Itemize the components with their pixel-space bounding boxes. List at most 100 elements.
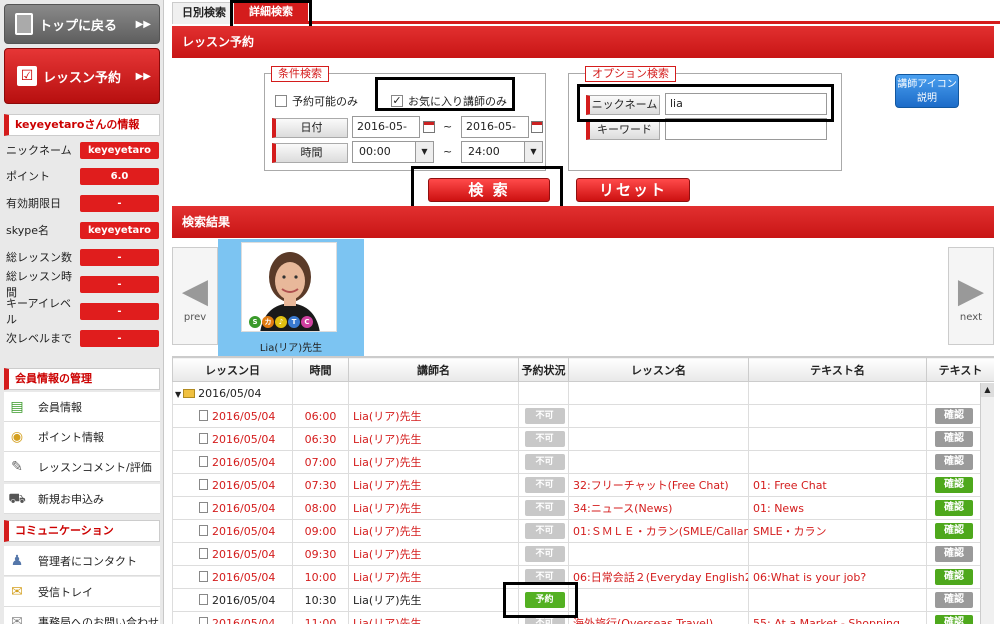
cell-text[interactable] [748, 542, 927, 566]
cell-lesson[interactable]: 海外旅行(Overseas Travel) [568, 611, 749, 624]
tab-daily-search[interactable]: 日別検索 [172, 2, 236, 24]
prev-teacher-button[interactable]: ◀ prev [172, 247, 218, 345]
teacher-icon-help-button[interactable]: 講師アイコン説明 [895, 74, 959, 108]
info-row-points: ポイント 6.0 [6, 166, 160, 186]
info-row-level: キーアイレベル - [6, 297, 160, 326]
cell-lesson[interactable] [568, 450, 749, 474]
col-header[interactable]: 予約状況 [518, 357, 569, 382]
col-header[interactable]: レッスン名 [568, 357, 749, 382]
confirm-button[interactable]: 確認 [935, 546, 973, 562]
nickname-input[interactable]: lia [665, 93, 827, 115]
cell-time: 09:30 [292, 542, 349, 566]
date-to-input[interactable]: 2016-05-12 [461, 116, 529, 153]
col-header[interactable]: テキスト名 [748, 357, 927, 382]
col-header[interactable]: 講師名 [348, 357, 519, 382]
cell-text[interactable]: 06:What is your job? [748, 565, 927, 589]
table-row: 2016/05/04 06:00 Lia(リア)先生 不可 確認 [172, 404, 994, 428]
scroll-up-icon[interactable]: ▲ [981, 383, 994, 397]
menu-new-application[interactable]: ⛟ 新規お申込み [4, 484, 160, 514]
search-tabs: 日別検索 詳細検索 [172, 0, 1000, 24]
confirm-button[interactable]: 確認 [935, 500, 973, 516]
confirm-button[interactable]: 確認 [935, 523, 973, 539]
menu-inbox[interactable]: ✉ 受信トレイ [4, 577, 160, 607]
col-header[interactable]: レッスン日 [172, 357, 293, 382]
reset-button[interactable]: リセット [576, 178, 690, 202]
teacher-card[interactable]: S カ ♪ T C Lia(リア)先生 [218, 239, 364, 356]
cell-time: 08:00 [292, 496, 349, 520]
info-value: - [80, 248, 159, 266]
cell-text[interactable] [748, 450, 927, 474]
document-icon [199, 593, 208, 605]
menu-office-inquiry[interactable]: ✉ 事務局へのお問い合わせ [4, 607, 160, 624]
confirm-button[interactable]: 確認 [935, 408, 973, 424]
cell-teacher: Lia(リア)先生 [348, 588, 519, 612]
vertical-scrollbar[interactable]: ▲ [980, 383, 994, 624]
menu-contact-admin[interactable]: ♟ 管理者にコンタクト [4, 546, 160, 576]
keyword-input[interactable] [665, 118, 827, 140]
badge-icon: カ [262, 316, 274, 328]
confirm-button[interactable]: 確認 [935, 569, 973, 585]
back-to-top-button[interactable]: トップに戻る ▶▶ [4, 4, 160, 44]
cell-date: 2016/05/04 [212, 455, 276, 469]
menu-lesson-comment[interactable]: ✎ レッスンコメント/評価 [4, 452, 160, 482]
date-from-input[interactable]: 2016-05-03 [352, 116, 420, 153]
table-row: 2016/05/04 07:00 Lia(リア)先生 不可 確認 [172, 450, 994, 474]
confirm-button[interactable]: 確認 [935, 615, 973, 624]
dropdown-arrow-icon: ▼ [524, 142, 542, 162]
cell-lesson[interactable] [568, 588, 749, 612]
cell-lesson[interactable] [568, 542, 749, 566]
calendar-icon[interactable] [423, 121, 435, 133]
cell-text[interactable]: SMLE・カラン [748, 519, 927, 543]
cell-lesson[interactable]: 34:ニュース(News) [568, 496, 749, 520]
arrow-right-icon: ▶ [957, 271, 985, 311]
reserve-button[interactable]: 予約 [524, 592, 565, 608]
cell-text[interactable]: 01: Free Chat [748, 473, 927, 497]
cell-lesson[interactable]: 01:ＳＭＬＥ・カラン(SMLE/Callan) [568, 519, 749, 543]
search-button[interactable]: 検 索 [428, 178, 550, 202]
teacher-name: Lia(リア)先生 [259, 343, 323, 354]
confirm-button[interactable]: 確認 [935, 454, 973, 470]
info-row-nickname: ニックネーム keyeyetaro [6, 140, 160, 160]
cell-teacher: Lia(リア)先生 [348, 542, 519, 566]
cell-lesson[interactable] [568, 427, 749, 451]
calendar-icon[interactable] [531, 121, 543, 133]
cell-time: 06:30 [292, 427, 349, 451]
next-teacher-button[interactable]: ▶ next [948, 247, 994, 345]
status-badge: 不可 [524, 569, 565, 585]
cell-lesson[interactable] [568, 404, 749, 428]
expand-triangle-icon[interactable]: ▼ [175, 390, 181, 399]
badge-icon: ♪ [275, 316, 287, 328]
col-header[interactable]: 時間 [292, 357, 349, 382]
cell-text[interactable]: 55: At a Market - Shopping [748, 611, 927, 624]
menu-point-info[interactable]: ◉ ポイント情報 [4, 422, 160, 452]
time-to-select[interactable]: 24:00 ▼ [461, 141, 543, 163]
tab-detail-search[interactable]: 詳細検索 [234, 2, 308, 24]
info-value: 6.0 [80, 167, 159, 185]
group-row[interactable]: ▼ 2016/05/04 [172, 381, 994, 405]
info-label: 次レベルまで [6, 332, 72, 345]
menu-member-info[interactable]: ▤ 会員情報 [4, 392, 160, 422]
sidebar: トップに戻る ▶▶ ☑ レッスン予約 ▶▶ keyeyetaroさんの情報 ニッ… [0, 0, 164, 624]
lesson-reserve-button[interactable]: ☑ レッスン予約 ▶▶ [4, 48, 160, 104]
person-icon: ♟ [10, 552, 24, 569]
favorites-only-checkbox[interactable]: ✓ お気に入り講師のみ [391, 93, 507, 109]
time-from-select[interactable]: 00:00 ▼ [352, 141, 434, 163]
cell-text[interactable] [748, 588, 927, 612]
info-label: skype名 [6, 224, 49, 237]
confirm-button[interactable]: 確認 [935, 592, 973, 608]
cell-lesson[interactable]: 06:日常会話２(Everyday English2) [568, 565, 749, 589]
favorites-only-label: お気に入り講師のみ [408, 95, 507, 108]
confirm-button[interactable]: 確認 [935, 431, 973, 447]
member-management-heading: 会員情報の管理 [4, 368, 160, 390]
cell-text[interactable] [748, 427, 927, 451]
cell-text[interactable] [748, 404, 927, 428]
col-header[interactable]: テキスト [926, 357, 994, 382]
cell-lesson[interactable]: 32:フリーチャット(Free Chat) [568, 473, 749, 497]
cell-date: 2016/05/04 [212, 501, 276, 515]
confirm-button[interactable]: 確認 [935, 477, 973, 493]
cell-text[interactable]: 01: News [748, 496, 927, 520]
menu-label: 新規お申込み [38, 492, 104, 506]
info-row-expiry: 有効期限日 - [6, 193, 160, 213]
available-only-checkbox[interactable]: 予約可能のみ [275, 93, 358, 109]
document-icon [199, 455, 208, 467]
